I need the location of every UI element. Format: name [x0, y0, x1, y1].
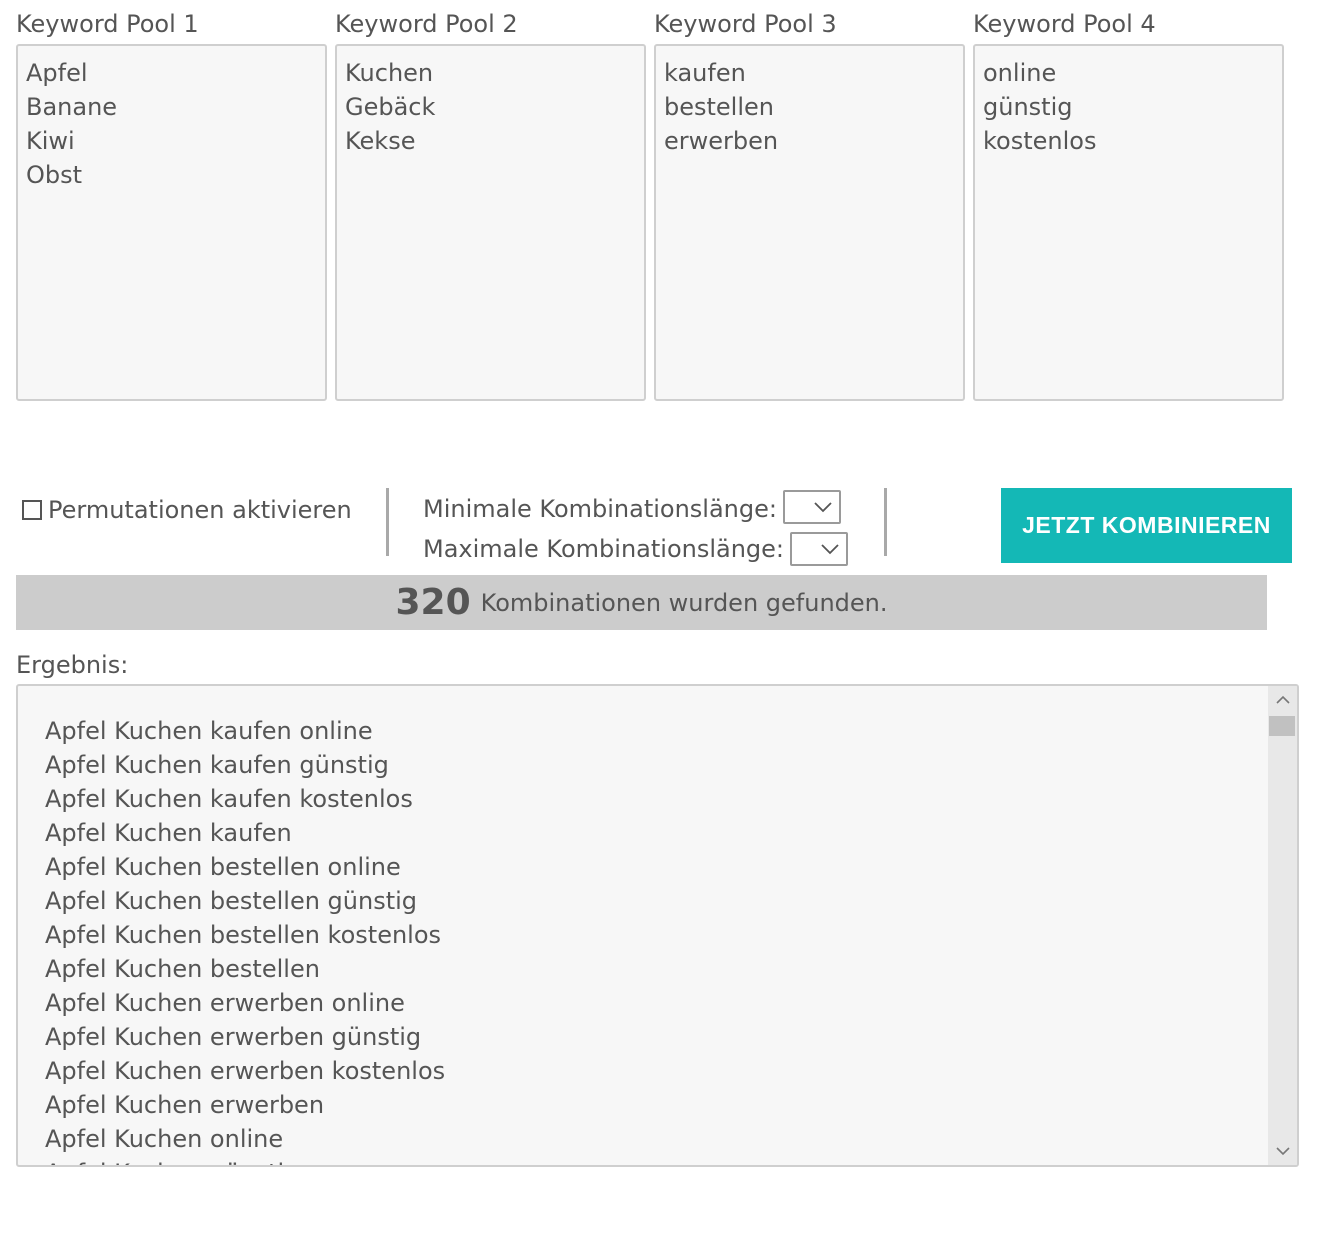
pool-keyword: Kiwi	[26, 127, 75, 155]
result-line: Apfel Kuchen online	[45, 1125, 284, 1153]
max-length-label: Maximale Kombinationslänge:	[423, 535, 785, 563]
pool-keyword: kaufen	[664, 59, 746, 87]
min-length-label: Minimale Kombinationslänge:	[423, 495, 777, 523]
chevron-down-icon	[821, 544, 839, 555]
result-scrollbar[interactable]	[1268, 686, 1297, 1165]
result-count: 320	[395, 582, 471, 623]
max-length-select[interactable]	[790, 532, 848, 566]
result-line: Apfel Kuchen erwerben günstig	[45, 1023, 422, 1051]
result-label: Ergebnis:	[16, 651, 129, 679]
result-line: Apfel Kuchen bestellen online	[45, 853, 401, 881]
pool-textarea-4[interactable]: online günstig kostenlos	[973, 44, 1284, 401]
pool-keyword: online	[983, 59, 1057, 87]
result-line: Apfel Kuchen bestellen	[45, 955, 320, 983]
result-line: Apfel Kuchen erwerben online	[45, 989, 405, 1017]
pool-textarea-3[interactable]: kaufen bestellen erwerben	[654, 44, 965, 401]
pool-keyword: günstig	[983, 93, 1073, 121]
result-list: Apfel Kuchen kaufen online Apfel Kuchen …	[45, 714, 446, 1165]
divider-left	[386, 488, 389, 556]
scroll-down-icon[interactable]	[1275, 1145, 1291, 1157]
pool-keyword: Gebäck	[345, 93, 436, 121]
result-line: Apfel Kuchen erwerben	[45, 1091, 325, 1119]
pool-keyword: Kekse	[345, 127, 416, 155]
result-line: Apfel Kuchen erwerben kostenlos	[45, 1057, 446, 1085]
result-count-bar: 320 Kombinationen wurden gefunden.	[16, 575, 1267, 630]
pool-keyword: erwerben	[664, 127, 779, 155]
result-textarea[interactable]: Apfel Kuchen kaufen online Apfel Kuchen …	[16, 684, 1299, 1167]
pool-keyword: Obst	[26, 161, 83, 189]
permutations-checkbox[interactable]	[22, 500, 42, 520]
result-line: Apfel Kuchen kaufen online	[45, 717, 373, 745]
pool-label-1: Keyword Pool 1	[16, 10, 199, 38]
result-count-text: Kombinationen wurden gefunden.	[480, 588, 888, 617]
result-line: Apfel Kuchen bestellen kostenlos	[45, 921, 442, 949]
scroll-thumb[interactable]	[1269, 716, 1295, 736]
pool-keyword: Apfel	[26, 59, 88, 87]
chevron-down-icon	[814, 502, 832, 513]
pool-keyword: Banane	[26, 93, 118, 121]
result-line: Apfel Kuchen kaufen kostenlos	[45, 785, 413, 813]
result-line: Apfel Kuchen günstig	[45, 1156, 445, 1165]
pool-label-2: Keyword Pool 2	[335, 10, 518, 38]
scroll-up-icon[interactable]	[1275, 694, 1291, 706]
pool-keyword: kostenlos	[983, 127, 1097, 155]
pool-label-3: Keyword Pool 3	[654, 10, 837, 38]
pool-keyword: bestellen	[664, 93, 774, 121]
permutations-label: Permutationen aktivieren	[48, 496, 352, 524]
combine-button[interactable]: JETZT KOMBINIEREN	[1001, 488, 1292, 563]
pool-label-4: Keyword Pool 4	[973, 10, 1156, 38]
result-line: Apfel Kuchen bestellen günstig	[45, 887, 418, 915]
pool-keyword: Kuchen	[345, 59, 434, 87]
result-line: Apfel Kuchen kaufen günstig	[45, 751, 389, 779]
result-line: Apfel Kuchen kaufen	[45, 819, 292, 847]
pool-textarea-2[interactable]: Kuchen Gebäck Kekse	[335, 44, 646, 401]
pool-textarea-1[interactable]: Apfel Banane Kiwi Obst	[16, 44, 327, 401]
permutations-option[interactable]: Permutationen aktivieren	[22, 493, 352, 527]
divider-right	[884, 488, 887, 556]
min-length-select[interactable]	[783, 490, 841, 524]
